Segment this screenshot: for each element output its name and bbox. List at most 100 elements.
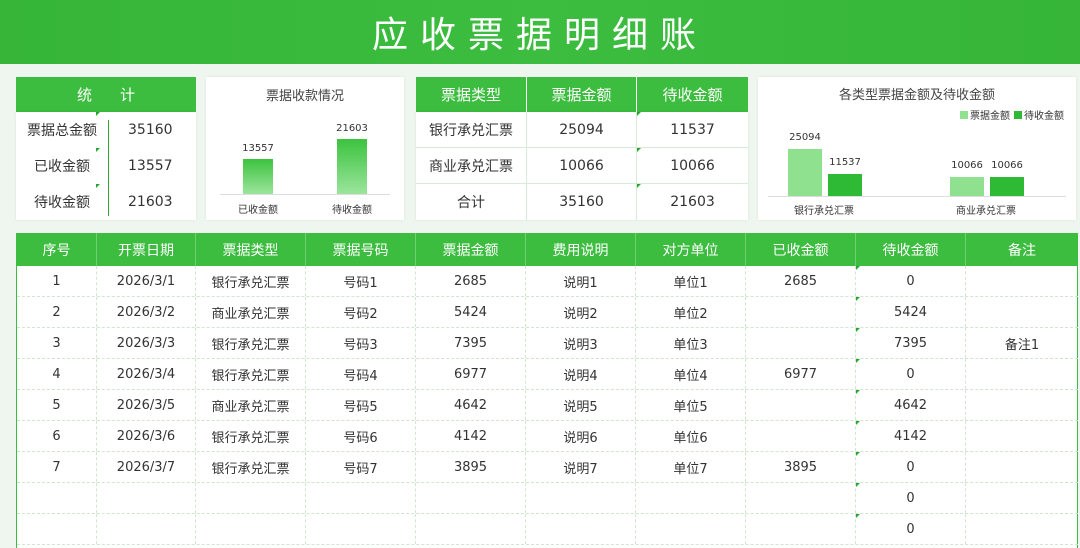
table-cell[interactable]: 0	[856, 266, 966, 296]
stat-row-received[interactable]: 已收金额 13557	[16, 148, 196, 184]
table-cell[interactable]: 4642	[416, 390, 526, 420]
column-header[interactable]: 备注	[966, 233, 1078, 266]
table-cell[interactable]: 说明1	[526, 266, 636, 296]
table-cell[interactable]	[966, 359, 1078, 389]
table-cell[interactable]: 0	[856, 359, 966, 389]
table-cell[interactable]	[17, 483, 97, 513]
table-cell[interactable]: 4142	[856, 421, 966, 451]
table-cell[interactable]: 说明4	[526, 359, 636, 389]
table-cell[interactable]	[966, 514, 1078, 544]
table-row[interactable]: 1 2026/3/1 银行承兑汇票 号码1 2685 说明1 单位1 2685 0	[17, 266, 1078, 297]
table-cell[interactable]	[966, 297, 1078, 327]
table-cell[interactable]: 银行承兑汇票	[196, 266, 306, 296]
table-cell[interactable]: 0	[856, 483, 966, 513]
table-cell[interactable]	[746, 328, 856, 358]
table-cell[interactable]	[306, 483, 416, 513]
column-header[interactable]: 开票日期	[97, 233, 196, 266]
table-row[interactable]: 5 2026/3/5 商业承兑汇票 号码5 4642 说明5 单位5 4642	[17, 390, 1078, 421]
table-cell[interactable]: 0	[856, 514, 966, 544]
column-header[interactable]: 票据号码	[306, 233, 416, 266]
table-cell[interactable]: 说明2	[526, 297, 636, 327]
table-cell[interactable]	[196, 514, 306, 544]
table-cell[interactable]	[966, 452, 1078, 482]
table-cell[interactable]: 单位4	[636, 359, 746, 389]
table-cell[interactable]: 号码4	[306, 359, 416, 389]
type-row[interactable]: 商业承兑汇票 10066 10066	[416, 148, 748, 184]
table-cell[interactable]: 0	[856, 452, 966, 482]
table-cell[interactable]: 2026/3/3	[97, 328, 196, 358]
table-cell[interactable]: 银行承兑汇票	[196, 421, 306, 451]
table-cell[interactable]: 号码3	[306, 328, 416, 358]
table-cell[interactable]: 7395	[416, 328, 526, 358]
column-header[interactable]: 票据金额	[416, 233, 526, 266]
table-cell[interactable]: 6977	[746, 359, 856, 389]
table-cell[interactable]: 6	[17, 421, 97, 451]
table-cell[interactable]: 号码6	[306, 421, 416, 451]
table-cell[interactable]: 4142	[416, 421, 526, 451]
column-header[interactable]: 费用说明	[526, 233, 636, 266]
type-row[interactable]: 合计 35160 21603	[416, 184, 748, 220]
table-cell[interactable]	[97, 514, 196, 544]
table-cell[interactable]: 号码1	[306, 266, 416, 296]
table-cell[interactable]: 1	[17, 266, 97, 296]
table-cell[interactable]: 号码2	[306, 297, 416, 327]
table-cell[interactable]	[746, 514, 856, 544]
table-cell[interactable]: 银行承兑汇票	[196, 359, 306, 389]
table-row[interactable]: 2 2026/3/2 商业承兑汇票 号码2 5424 说明2 单位2 5424	[17, 297, 1078, 328]
table-row[interactable]: 7 2026/3/7 银行承兑汇票 号码7 3895 说明7 单位7 3895 0	[17, 452, 1078, 483]
table-cell[interactable]: 2026/3/4	[97, 359, 196, 389]
table-cell[interactable]: 备注1	[966, 328, 1078, 358]
table-cell[interactable]: 2026/3/6	[97, 421, 196, 451]
table-cell[interactable]: 4	[17, 359, 97, 389]
table-cell[interactable]	[416, 483, 526, 513]
table-cell[interactable]: 3895	[746, 452, 856, 482]
table-cell[interactable]	[196, 483, 306, 513]
table-cell[interactable]	[526, 483, 636, 513]
table-cell[interactable]: 说明6	[526, 421, 636, 451]
table-cell[interactable]: 3	[17, 328, 97, 358]
table-cell[interactable]: 说明5	[526, 390, 636, 420]
table-cell[interactable]: 2685	[746, 266, 856, 296]
column-header[interactable]: 待收金额	[856, 233, 966, 266]
stat-row-pending[interactable]: 待收金额 21603	[16, 184, 196, 220]
stat-row-total[interactable]: 票据总金额 35160	[16, 112, 196, 148]
table-row[interactable]: 0	[17, 514, 1078, 545]
column-header[interactable]: 对方单位	[636, 233, 746, 266]
table-cell[interactable]: 单位2	[636, 297, 746, 327]
table-cell[interactable]: 2026/3/5	[97, 390, 196, 420]
table-cell[interactable]: 7395	[856, 328, 966, 358]
table-cell[interactable]	[97, 483, 196, 513]
table-cell[interactable]: 2026/3/1	[97, 266, 196, 296]
table-cell[interactable]: 说明3	[526, 328, 636, 358]
table-cell[interactable]: 2	[17, 297, 97, 327]
table-cell[interactable]	[966, 390, 1078, 420]
table-cell[interactable]	[966, 421, 1078, 451]
table-cell[interactable]: 单位3	[636, 328, 746, 358]
table-cell[interactable]: 说明7	[526, 452, 636, 482]
table-cell[interactable]: 5424	[416, 297, 526, 327]
column-header[interactable]: 序号	[17, 233, 97, 266]
table-cell[interactable]: 单位5	[636, 390, 746, 420]
column-header[interactable]: 票据类型	[196, 233, 306, 266]
table-cell[interactable]: 5	[17, 390, 97, 420]
table-cell[interactable]	[746, 421, 856, 451]
table-row[interactable]: 6 2026/3/6 银行承兑汇票 号码6 4142 说明6 单位6 4142	[17, 421, 1078, 452]
table-cell[interactable]	[526, 514, 636, 544]
table-cell[interactable]	[746, 390, 856, 420]
table-cell[interactable]: 单位7	[636, 452, 746, 482]
table-cell[interactable]	[966, 266, 1078, 296]
table-cell[interactable]: 银行承兑汇票	[196, 328, 306, 358]
table-cell[interactable]	[746, 483, 856, 513]
table-cell[interactable]: 5424	[856, 297, 966, 327]
table-cell[interactable]: 号码7	[306, 452, 416, 482]
table-cell[interactable]: 7	[17, 452, 97, 482]
table-cell[interactable]	[636, 483, 746, 513]
table-row[interactable]: 3 2026/3/3 银行承兑汇票 号码3 7395 说明3 单位3 7395 备注1	[17, 328, 1078, 359]
table-cell[interactable]: 单位6	[636, 421, 746, 451]
table-cell[interactable]: 2026/3/2	[97, 297, 196, 327]
table-cell[interactable]	[416, 514, 526, 544]
table-row[interactable]: 4 2026/3/4 银行承兑汇票 号码4 6977 说明4 单位4 6977 0	[17, 359, 1078, 390]
table-cell[interactable]: 4642	[856, 390, 966, 420]
table-cell[interactable]: 2026/3/7	[97, 452, 196, 482]
table-row[interactable]: 0	[17, 483, 1078, 514]
